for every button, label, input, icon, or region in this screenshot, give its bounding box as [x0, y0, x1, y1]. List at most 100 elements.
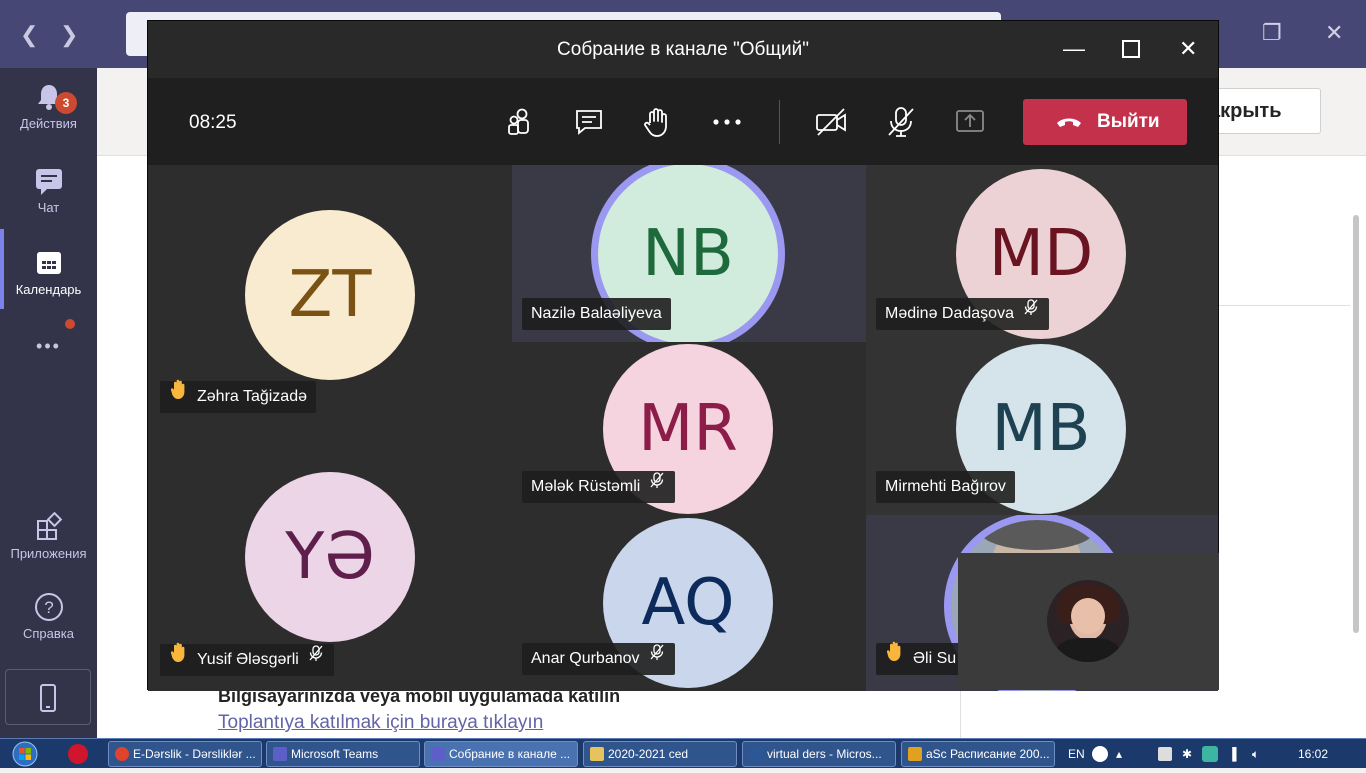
clock[interactable]: 16:02 [1298, 739, 1328, 769]
taskbar-item-label: Собрание в канале ... [449, 747, 571, 761]
muted-icon [307, 642, 325, 674]
meeting-timer: 08:25 [189, 112, 237, 133]
chrome-icon [115, 747, 129, 761]
svg-text:?: ? [44, 598, 53, 617]
calendar-icon [36, 252, 61, 274]
leave-button-label: Выйти [1097, 111, 1160, 132]
network-icon[interactable]: ▐ [1228, 739, 1237, 769]
taskbar-item-label: virtual ders - Micros... [767, 747, 882, 761]
participant-tile[interactable]: YƏ Yusif Ələsgərli [148, 426, 512, 691]
participant-tile[interactable]: MR Mələk Rüstəmli [512, 342, 866, 515]
taskbar-item[interactable]: 2020-2021 ced [583, 741, 737, 767]
more-icon: ••• [36, 336, 61, 356]
close-icon[interactable]: ✕ [1179, 37, 1197, 61]
taskbar-item-label: Microsoft Teams [291, 747, 379, 761]
language-indicator[interactable]: EN [1068, 739, 1085, 769]
rail-item-more[interactable]: ••• [0, 336, 97, 357]
self-view[interactable] [958, 553, 1219, 690]
windows-taskbar: E-Dərslik - Dərsliklər ... Microsoft Tea… [0, 738, 1366, 768]
teams-icon [273, 747, 287, 761]
participant-name-tag: Anar Qurbanov [522, 643, 675, 675]
bluetooth-icon[interactable]: ✱ [1182, 739, 1192, 769]
tray-app-icon[interactable] [1202, 746, 1218, 762]
maximize-icon[interactable] [1122, 39, 1140, 63]
rail-item-help[interactable]: ? Справка [0, 592, 97, 641]
notification-dot [65, 319, 75, 329]
raised-hand-icon [169, 641, 191, 675]
folder-icon [590, 747, 604, 761]
teams-icon [431, 747, 445, 761]
participant-name: Mirmehti Bağırov [885, 478, 1006, 495]
participant-name-tag: Mirmehti Bağırov [876, 471, 1015, 503]
taskbar-item[interactable]: Microsoft Teams [266, 741, 420, 767]
participant-avatar: YƏ [245, 472, 415, 642]
participant-tile[interactable]: NB Nazilə Balaəliyeva [512, 165, 866, 342]
notification-badge: 3 [55, 92, 77, 114]
leave-meeting-button[interactable]: Выйти [1023, 99, 1187, 145]
participant-name-tag: Zəhra Tağizadə [160, 378, 316, 413]
participant-name: Yusif Ələsgərli [197, 651, 299, 668]
tray-app-icon[interactable] [1158, 747, 1172, 761]
toolbar-divider [779, 100, 780, 144]
opera-icon[interactable] [68, 744, 88, 764]
tray-chevron-icon[interactable]: ▴ [1116, 739, 1122, 769]
muted-icon [1022, 296, 1040, 328]
restore-window-icon[interactable]: ❐ [1262, 20, 1282, 46]
participant-tile[interactable]: ZT Zəhra Tağizadə [148, 165, 512, 426]
muted-icon [648, 641, 666, 673]
scrollbar[interactable] [1353, 215, 1359, 633]
back-arrow-icon[interactable]: ❮ [20, 22, 38, 48]
help-icon[interactable] [1092, 746, 1108, 762]
taskbar-item-label: 2020-2021 ced [608, 747, 689, 761]
meeting-window: Собрание в канале "Общий" — ✕ 08:25 Выйт… [147, 20, 1219, 691]
rail-item-label: Приложения [10, 546, 87, 561]
rail-item-activity[interactable]: Действия 3 [0, 82, 97, 131]
rail-item-label: Действия [20, 116, 77, 131]
rail-item-label: Чат [37, 200, 60, 215]
taskbar-item[interactable]: aSc Расписание 200... [901, 741, 1055, 767]
participant-name: Anar Qurbanov [531, 650, 640, 667]
taskbar-item[interactable]: E-Dərslik - Dərsliklər ... [108, 741, 262, 767]
rail-item-apps[interactable]: Приложения [0, 512, 97, 561]
start-button[interactable] [4, 740, 46, 768]
chat-icon[interactable] [572, 105, 606, 139]
participant-tile[interactable]: MB Mirmehti Bağırov [866, 342, 1218, 515]
chat-icon [35, 169, 62, 195]
minimize-icon[interactable]: — [1063, 37, 1085, 61]
help-icon: ? [34, 593, 63, 621]
raised-hand-icon [169, 378, 191, 412]
rail-item-chat[interactable]: Чат [0, 166, 97, 215]
participant-name: Zəhra Tağizadə [197, 388, 307, 405]
raise-hand-icon[interactable] [640, 105, 674, 139]
rail-item-calendar[interactable]: Календарь [0, 248, 97, 297]
join-meeting-link[interactable]: Toplantıya katılmak için buraya tıklayın [218, 712, 543, 734]
participant-tile[interactable]: AQ Anar Qurbanov [512, 515, 866, 691]
participant-name: Əli Su [913, 650, 957, 667]
volume-icon[interactable]: 🔈︎ [1252, 739, 1259, 769]
participant-name: Mələk Rüstəmli [531, 478, 641, 495]
more-options-icon[interactable] [710, 105, 744, 139]
muted-icon [648, 469, 666, 501]
taskbar-item[interactable]: virtual ders - Micros... [742, 741, 896, 767]
meeting-toolbar: 08:25 Выйти [148, 78, 1218, 165]
asc-timetables-icon [908, 747, 922, 761]
participant-name-tag: Mədinə Dadaşova [876, 298, 1049, 330]
taskbar-item[interactable]: Собрание в канале ... [424, 741, 578, 767]
participant-tile[interactable]: MD Mədinə Dadaşova [866, 165, 1218, 342]
share-tray-icon[interactable] [953, 105, 987, 139]
participant-name-tag: Yusif Ələsgərli [160, 641, 334, 676]
participant-name: Nazilə Balaəliyeva [531, 305, 662, 322]
close-window-icon[interactable]: ✕ [1325, 20, 1343, 46]
participant-name-tag: Əli Su [876, 641, 966, 675]
apps-icon [36, 512, 62, 540]
taskbar-item-label: aSc Расписание 200... [926, 747, 1050, 761]
word-icon [749, 747, 763, 761]
mobile-device-button[interactable] [5, 669, 91, 725]
participants-icon[interactable] [502, 105, 536, 139]
participant-name-tag: Mələk Rüstəmli [522, 469, 676, 503]
camera-off-icon[interactable] [814, 105, 848, 139]
forward-arrow-icon[interactable]: ❯ [60, 22, 78, 48]
mic-off-icon[interactable] [884, 105, 918, 139]
app-rail: Действия 3 Чат Календарь ••• Приложения … [0, 68, 97, 738]
participant-name-tag: Nazilə Balaəliyeva [522, 298, 671, 330]
